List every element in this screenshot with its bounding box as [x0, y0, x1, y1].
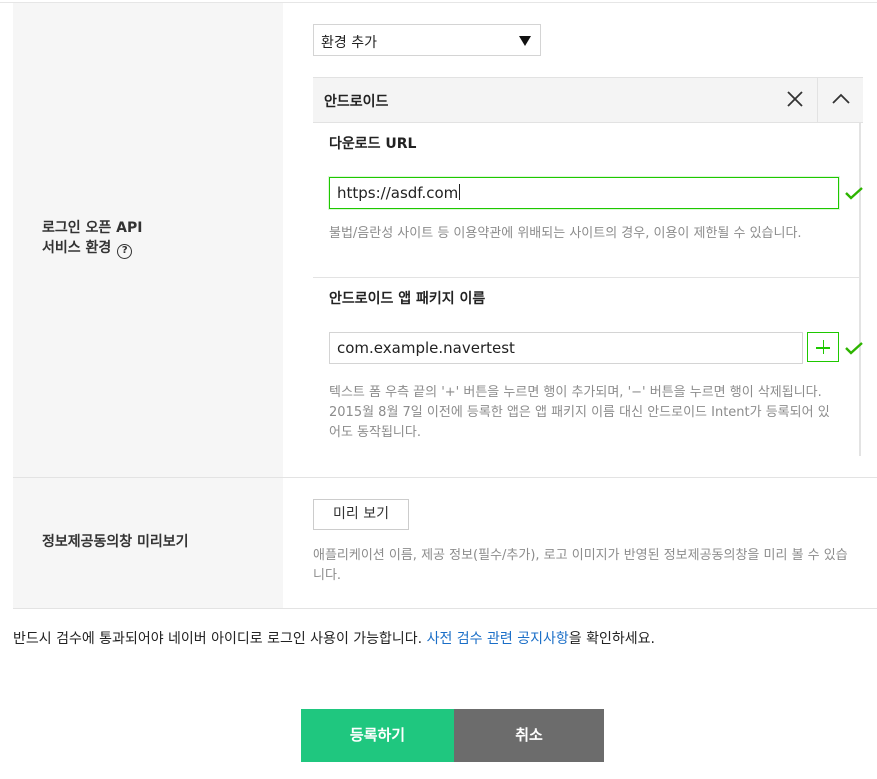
android-panel-title: 안드로이드: [324, 94, 389, 110]
env-row-label: 로그인 오픈 API 서비스 환경?: [42, 218, 142, 259]
chevron-up-icon: [832, 93, 850, 104]
close-icon[interactable]: [785, 89, 805, 109]
consent-help-line1: 애플리케이션 이름, 제공 정보(필수/추가), 로고 이미지가 반영된 정보제…: [313, 548, 848, 563]
check-icon: [845, 342, 863, 355]
cancel-button[interactable]: 취소: [454, 709, 604, 762]
add-row-button[interactable]: [807, 332, 839, 362]
notice-text: 반드시 검수에 통과되어야 네이버 아이디로 로그인 사용이 가능합니다.: [13, 631, 427, 647]
download-url-help: 불법/음란성 사이트 등 이용약관에 위배되는 사이트의 경우, 이용이 제한될…: [329, 226, 802, 241]
download-url-label: 다운로드 URL: [329, 136, 417, 152]
env-label-line2: 서비스 환경: [42, 240, 112, 256]
consent-row-label: 정보제공동의창 미리보기: [42, 534, 189, 550]
row-divider: [13, 608, 877, 609]
consent-help-line2: 니다.: [313, 568, 342, 583]
notice-text-end: 을 확인하세요.: [568, 631, 655, 647]
package-help-line3: 어도 동작됩니다.: [329, 425, 421, 440]
android-panel-header: 안드로이드: [313, 77, 863, 123]
environment-select[interactable]: 환경 추가: [313, 24, 541, 56]
check-icon: [845, 187, 863, 200]
help-icon[interactable]: ?: [117, 244, 133, 259]
environment-select-value: 환경 추가: [321, 35, 377, 51]
package-name-help: 텍스트 폼 우측 끝의 '+' 버튼을 누르면 행이 추가되며, '−' 버튼을…: [329, 383, 830, 443]
env-label-line1: 로그인 오픈 API: [42, 220, 143, 236]
download-url-input[interactable]: https://asdf.com: [329, 177, 839, 209]
package-help-line2: 2015월 8월 7일 이전에 등록한 앱은 앱 패키지 이름 대신 안드로이드…: [329, 405, 830, 420]
package-name-label: 안드로이드 앱 패키지 이름: [329, 291, 486, 307]
package-help-line1: 텍스트 폼 우측 끝의 '+' 버튼을 누르면 행이 추가되며, '−' 버튼을…: [329, 385, 822, 400]
package-name-input[interactable]: com.example.navertest: [329, 332, 803, 364]
consent-help: 애플리케이션 이름, 제공 정보(필수/추가), 로고 이미지가 반영된 정보제…: [313, 546, 848, 586]
collapse-button[interactable]: [817, 78, 863, 122]
register-button[interactable]: 등록하기: [301, 709, 454, 762]
review-notice-link[interactable]: 사전 검수 관련 공지사항: [427, 631, 569, 647]
panel-divider: [313, 277, 861, 278]
text-caret: [459, 184, 461, 200]
review-notice: 반드시 검수에 통과되어야 네이버 아이디로 로그인 사용이 가능합니다. 사전…: [13, 629, 655, 649]
download-url-value: https://asdf.com: [337, 184, 459, 202]
dropdown-arrow-icon: [519, 36, 531, 46]
preview-button[interactable]: 미리 보기: [313, 499, 409, 530]
package-name-value: com.example.navertest: [337, 339, 515, 357]
